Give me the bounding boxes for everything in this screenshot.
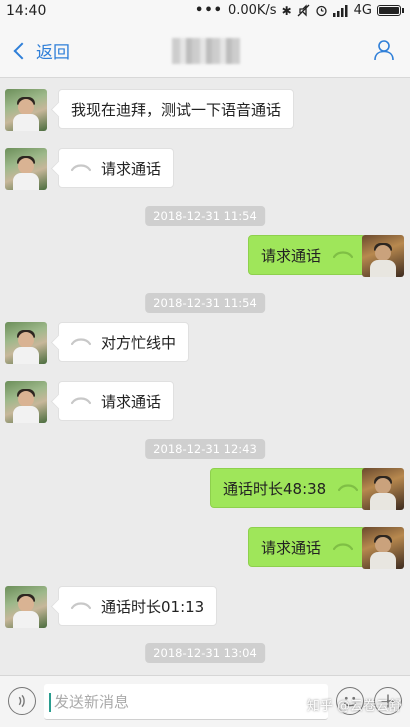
phone-hangup-icon xyxy=(333,251,354,259)
chat-screen: 14:40 ••• 0.00K/s ✱ 4G 返回 我现在迪拜，测试一下语音通话… xyxy=(0,0,410,727)
chevron-left-icon xyxy=(13,42,31,59)
timestamp: 2018-12-31 11:54 xyxy=(145,293,265,313)
call-text: 请求通话 xyxy=(101,392,162,411)
network-speed: 0.00K/s xyxy=(227,3,277,18)
contact-avatar[interactable] xyxy=(5,586,47,628)
my-avatar[interactable] xyxy=(362,468,404,510)
person-icon[interactable] xyxy=(372,38,396,62)
chat-header: 返回 xyxy=(0,24,410,78)
contact-name-blurred xyxy=(172,38,240,64)
bluetooth-icon: ✱ xyxy=(281,3,292,18)
call-message-bubble[interactable]: 请求通话 xyxy=(248,527,367,567)
notification-dots: ••• xyxy=(195,3,223,18)
call-message-bubble[interactable]: 请求通话 xyxy=(58,381,175,421)
phone-hangup-icon xyxy=(71,397,91,405)
back-button[interactable]: 返回 xyxy=(10,38,70,63)
message-text: 我现在迪拜，测试一下语音通话 xyxy=(71,100,282,119)
call-text: 请求通话 xyxy=(261,246,322,265)
timestamp: 2018-12-31 11:54 xyxy=(145,206,265,226)
call-message-bubble[interactable]: 请求通话 xyxy=(248,235,367,275)
contact-avatar[interactable] xyxy=(5,322,47,364)
contact-avatar[interactable] xyxy=(5,381,47,423)
timestamp: 2018-12-31 12:43 xyxy=(145,439,265,459)
network-type: 4G xyxy=(353,3,372,18)
message-list[interactable]: 我现在迪拜，测试一下语音通话 请求通话 2018-12-31 11:54 请求通… xyxy=(0,79,410,675)
status-bar: 14:40 ••• 0.00K/s ✱ 4G xyxy=(0,0,410,24)
phone-hangup-icon xyxy=(71,338,91,346)
call-message-bubble[interactable]: 通话时长01:13 xyxy=(58,586,218,626)
phone-hangup-icon xyxy=(71,602,91,610)
text-message-bubble[interactable]: 我现在迪拜，测试一下语音通话 xyxy=(58,89,295,129)
contact-avatar[interactable] xyxy=(5,148,47,190)
call-message-bubble[interactable]: 通话时长48:38 xyxy=(210,468,372,508)
signal-icon xyxy=(332,4,348,17)
phone-hangup-icon xyxy=(338,484,359,492)
alarm-icon xyxy=(315,5,327,17)
phone-hangup-icon xyxy=(333,543,354,551)
my-avatar[interactable] xyxy=(362,527,404,569)
back-label: 返回 xyxy=(36,43,70,63)
my-avatar[interactable] xyxy=(362,235,404,277)
call-text: 请求通话 xyxy=(261,538,322,557)
call-message-bubble[interactable]: 对方忙线中 xyxy=(58,322,190,362)
call-text: 请求通话 xyxy=(101,159,162,178)
call-text: 通话时长48:38 xyxy=(223,479,327,498)
contact-avatar[interactable] xyxy=(5,89,47,131)
status-time: 14:40 xyxy=(6,3,47,19)
call-message-bubble[interactable]: 请求通话 xyxy=(58,148,175,188)
watermark: 知乎 @云卷云舒 xyxy=(306,699,402,714)
call-text: 对方忙线中 xyxy=(101,333,177,352)
status-indicators: ••• 0.00K/s ✱ 4G xyxy=(195,3,404,18)
message-input[interactable] xyxy=(44,684,328,720)
voice-input-icon[interactable] xyxy=(8,687,36,715)
text-cursor xyxy=(49,693,51,712)
mute-icon xyxy=(297,4,310,17)
battery-icon xyxy=(377,5,401,16)
phone-hangup-icon xyxy=(71,164,91,172)
call-text: 通话时长01:13 xyxy=(101,597,205,616)
timestamp: 2018-12-31 13:04 xyxy=(145,643,265,663)
battery-tip xyxy=(402,8,404,13)
